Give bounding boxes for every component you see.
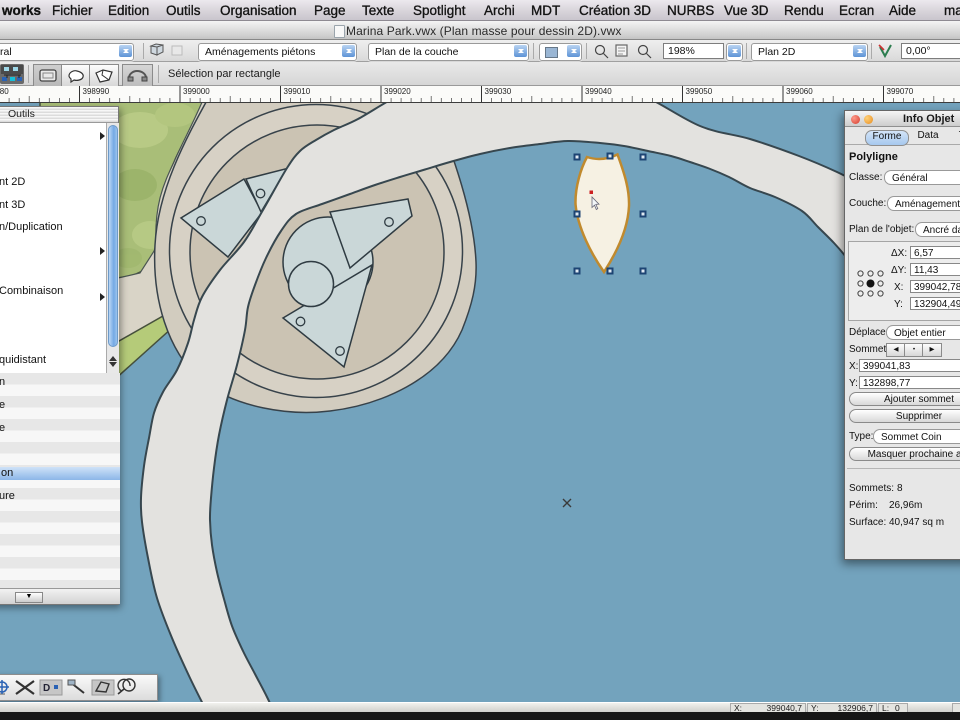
svg-text:D: D <box>43 683 50 694</box>
svg-text:399000: 399000 <box>183 87 210 96</box>
svg-text:398990: 398990 <box>83 87 110 96</box>
svg-text:399030: 399030 <box>485 87 512 96</box>
svg-text:398980: 398980 <box>0 87 9 96</box>
svg-text:399060: 399060 <box>786 87 813 96</box>
svg-text:399070: 399070 <box>887 87 914 96</box>
svg-text:399040: 399040 <box>585 87 612 96</box>
svg-text:399020: 399020 <box>384 87 411 96</box>
svg-text:399010: 399010 <box>284 87 311 96</box>
svg-text:399050: 399050 <box>686 87 713 96</box>
